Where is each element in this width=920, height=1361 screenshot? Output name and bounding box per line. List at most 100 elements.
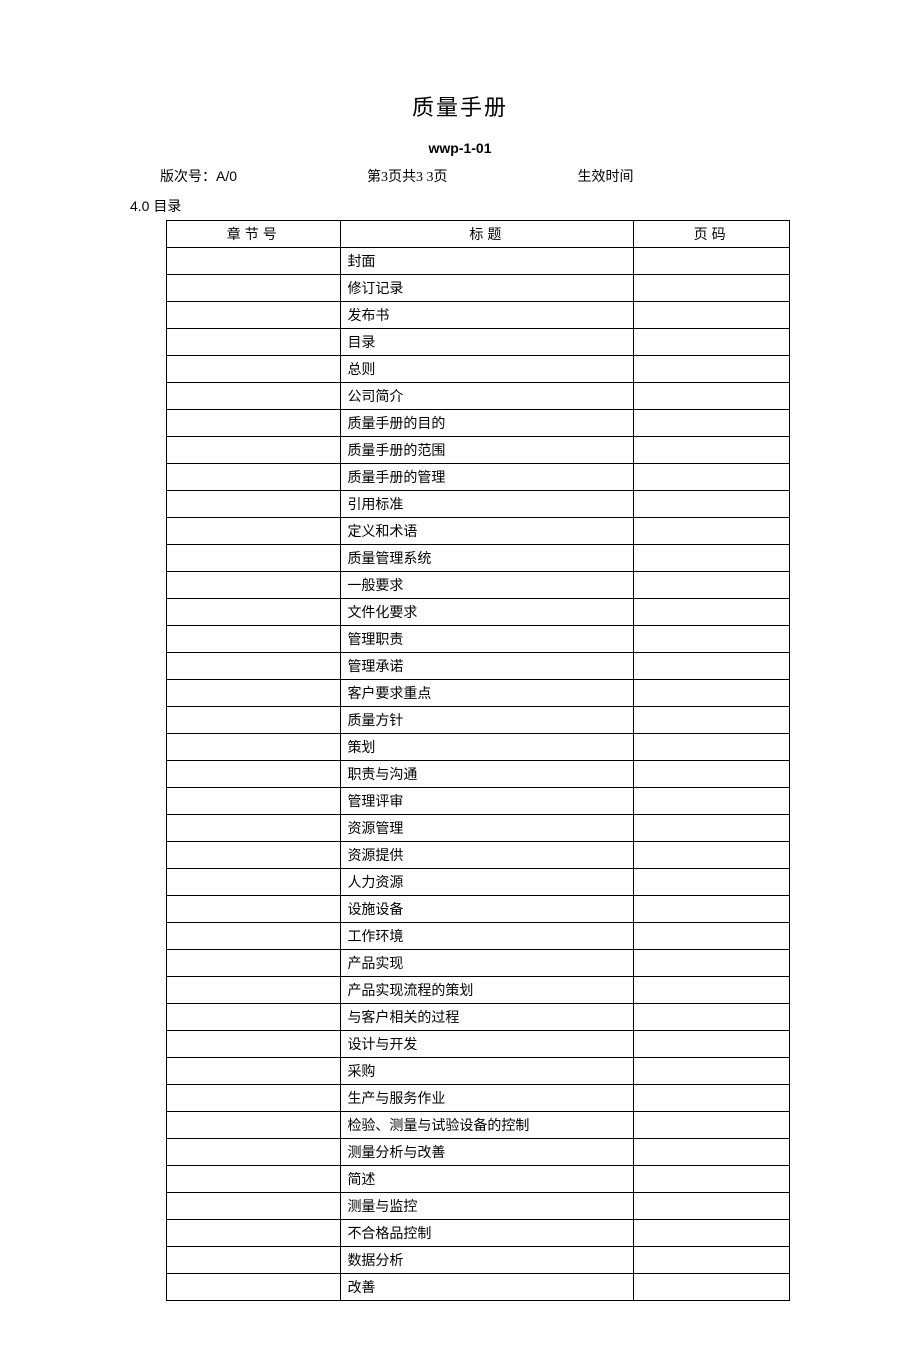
table-row: 产品实现流程的策划 — [167, 977, 790, 1004]
cell-chapter — [167, 653, 341, 680]
cell-title: 发布书 — [341, 302, 634, 329]
cell-title: 改善 — [341, 1274, 634, 1301]
cell-title: 策划 — [341, 734, 634, 761]
table-row: 管理职责 — [167, 626, 790, 653]
table-row: 目录 — [167, 329, 790, 356]
table-row: 公司简介 — [167, 383, 790, 410]
table-row: 改善 — [167, 1274, 790, 1301]
table-row: 总则 — [167, 356, 790, 383]
cell-chapter — [167, 1274, 341, 1301]
cell-chapter — [167, 842, 341, 869]
cell-title: 文件化要求 — [341, 599, 634, 626]
cell-title: 管理职责 — [341, 626, 634, 653]
cell-title: 质量方针 — [341, 707, 634, 734]
cell-chapter — [167, 1031, 341, 1058]
cell-title: 采购 — [341, 1058, 634, 1085]
cell-title: 简述 — [341, 1166, 634, 1193]
table-row: 质量手册的目的 — [167, 410, 790, 437]
table-row: 管理承诺 — [167, 653, 790, 680]
col-title: 标题 — [341, 221, 634, 248]
cell-chapter — [167, 896, 341, 923]
table-row: 质量管理系统 — [167, 545, 790, 572]
cell-chapter — [167, 248, 341, 275]
cell-page — [634, 1031, 790, 1058]
cell-chapter — [167, 383, 341, 410]
cell-title: 设计与开发 — [341, 1031, 634, 1058]
table-row: 工作环境 — [167, 923, 790, 950]
table-row: 文件化要求 — [167, 599, 790, 626]
col-page: 页码 — [634, 221, 790, 248]
table-row: 产品实现 — [167, 950, 790, 977]
cell-page — [634, 896, 790, 923]
table-row: 封面 — [167, 248, 790, 275]
cell-page — [634, 545, 790, 572]
cell-title: 人力资源 — [341, 869, 634, 896]
table-row: 资源管理 — [167, 815, 790, 842]
toc-table: 章节号 标题 页码 封面修订记录发布书目录总则公司简介质量手册的目的质量手册的范… — [166, 220, 790, 1301]
cell-title: 不合格品控制 — [341, 1220, 634, 1247]
table-row: 检验、测量与试验设备的控制 — [167, 1112, 790, 1139]
cell-page — [634, 788, 790, 815]
cell-page — [634, 572, 790, 599]
cell-page — [634, 518, 790, 545]
table-row: 测量与监控 — [167, 1193, 790, 1220]
cell-page — [634, 1247, 790, 1274]
cell-title: 管理评审 — [341, 788, 634, 815]
cell-title: 产品实现 — [341, 950, 634, 977]
table-row: 策划 — [167, 734, 790, 761]
cell-chapter — [167, 707, 341, 734]
cell-page — [634, 302, 790, 329]
cell-chapter — [167, 410, 341, 437]
table-header-row: 章节号 标题 页码 — [167, 221, 790, 248]
table-row: 质量方针 — [167, 707, 790, 734]
cell-title: 检验、测量与试验设备的控制 — [341, 1112, 634, 1139]
cell-page — [634, 356, 790, 383]
cell-title: 管理承诺 — [341, 653, 634, 680]
table-row: 定义和术语 — [167, 518, 790, 545]
cell-page — [634, 923, 790, 950]
cell-title: 设施设备 — [341, 896, 634, 923]
cell-title: 封面 — [341, 248, 634, 275]
cell-chapter — [167, 788, 341, 815]
cell-chapter — [167, 977, 341, 1004]
cell-page — [634, 410, 790, 437]
cell-title: 资源管理 — [341, 815, 634, 842]
table-row: 设施设备 — [167, 896, 790, 923]
cell-chapter — [167, 680, 341, 707]
cell-title: 客户要求重点 — [341, 680, 634, 707]
cell-chapter — [167, 545, 341, 572]
cell-title: 生产与服务作业 — [341, 1085, 634, 1112]
table-row: 不合格品控制 — [167, 1220, 790, 1247]
cell-chapter — [167, 923, 341, 950]
document-code: wwp-1-01 — [130, 140, 790, 156]
cell-chapter — [167, 356, 341, 383]
table-row: 设计与开发 — [167, 1031, 790, 1058]
cell-title: 质量手册的目的 — [341, 410, 634, 437]
table-row: 修订记录 — [167, 275, 790, 302]
meta-row: 版次号：A/0 第3页共3 3页 生效时间 — [130, 166, 790, 186]
table-row: 发布书 — [167, 302, 790, 329]
cell-page — [634, 1004, 790, 1031]
cell-page — [634, 869, 790, 896]
page-info: 第3页共3 3页 — [367, 166, 448, 186]
cell-chapter — [167, 1085, 341, 1112]
cell-title: 与客户相关的过程 — [341, 1004, 634, 1031]
cell-page — [634, 815, 790, 842]
cell-page — [634, 464, 790, 491]
cell-chapter — [167, 518, 341, 545]
cell-chapter — [167, 1004, 341, 1031]
cell-page — [634, 1220, 790, 1247]
cell-title: 总则 — [341, 356, 634, 383]
cell-page — [634, 1193, 790, 1220]
cell-page — [634, 653, 790, 680]
table-row: 人力资源 — [167, 869, 790, 896]
cell-title: 公司简介 — [341, 383, 634, 410]
cell-page — [634, 1139, 790, 1166]
cell-chapter — [167, 329, 341, 356]
cell-title: 测量分析与改善 — [341, 1139, 634, 1166]
cell-page — [634, 383, 790, 410]
cell-page — [634, 1274, 790, 1301]
table-row: 与客户相关的过程 — [167, 1004, 790, 1031]
section-heading: 4.0 目录 — [130, 196, 790, 216]
cell-chapter — [167, 869, 341, 896]
